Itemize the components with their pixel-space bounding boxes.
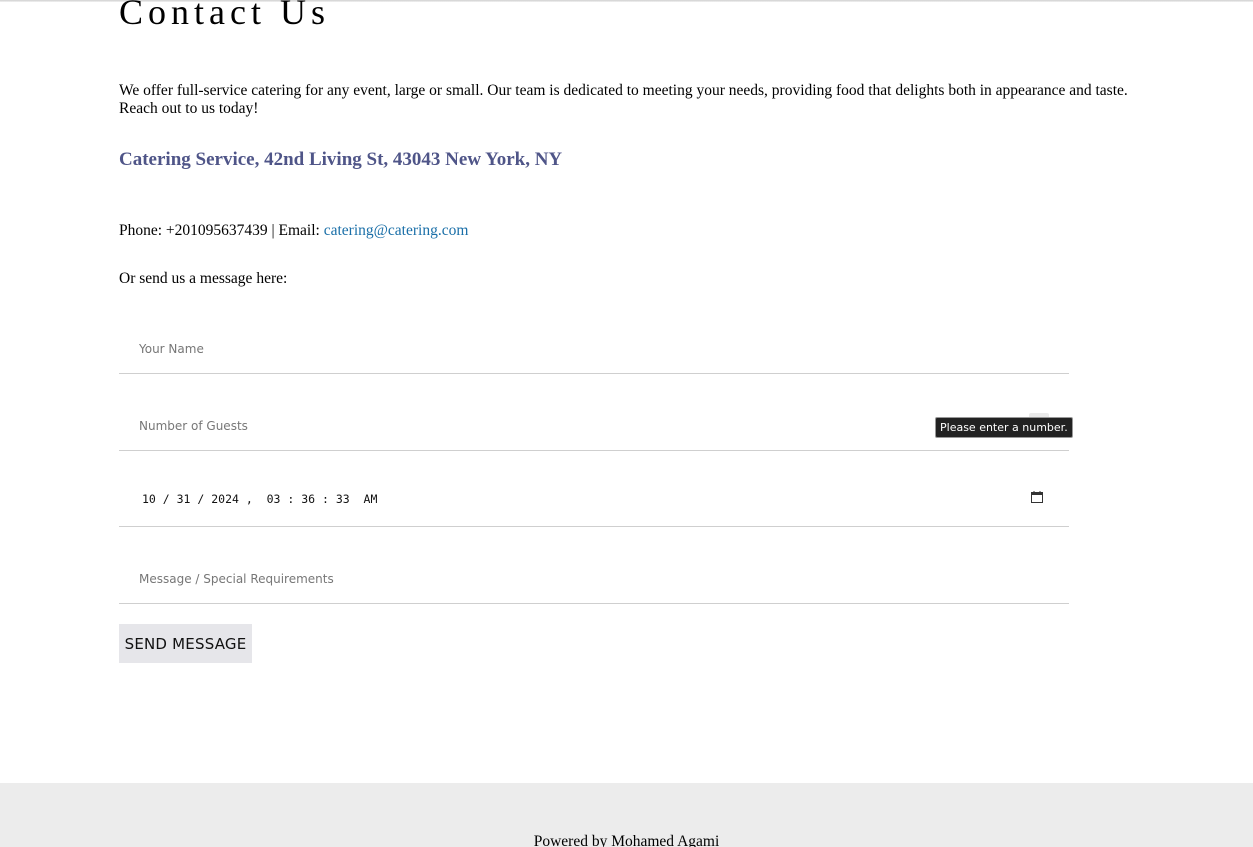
guests-field — [119, 401, 1069, 451]
page-title: Contact Us — [119, 0, 330, 32]
validation-tooltip: Please enter a number. — [935, 417, 1073, 438]
footer-credit: Powered by Mohamed Agami — [533, 833, 720, 847]
message-prompt: Or send us a message here: — [119, 270, 288, 287]
datetime-value[interactable]: 10 / 31 / 2024 , 03 : 36 : 33 AM — [142, 491, 377, 507]
guests-input[interactable] — [119, 401, 1069, 450]
calendar-icon[interactable] — [1031, 491, 1043, 503]
name-field — [119, 324, 1069, 374]
send-message-button[interactable]: SEND MESSAGE — [119, 624, 252, 663]
contact-line: Phone: +201095637439 | Email: catering@c… — [119, 221, 468, 241]
address-heading: Catering Service, 42nd Living St, 43043 … — [119, 149, 563, 170]
datetime-field[interactable]: 10 / 31 / 2024 , 03 : 36 : 33 AM — [119, 477, 1069, 527]
intro-paragraph: We offer full-service catering for any e… — [119, 82, 1128, 117]
message-field — [119, 554, 1069, 604]
message-input[interactable] — [119, 554, 1069, 603]
phone-label: Phone: +201095637439 | Email: — [119, 222, 324, 239]
email-link[interactable]: catering@catering.com — [324, 222, 469, 239]
name-input[interactable] — [119, 324, 1069, 373]
